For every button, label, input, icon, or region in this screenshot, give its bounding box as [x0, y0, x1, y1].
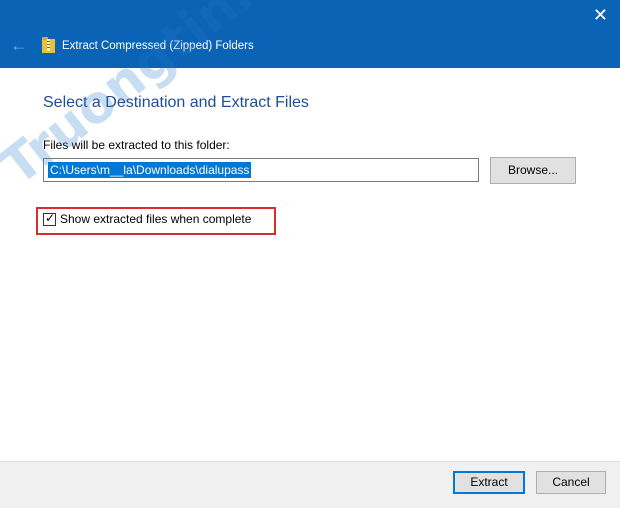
cancel-button[interactable]: Cancel — [536, 471, 606, 494]
zip-folder-icon — [42, 37, 55, 53]
checkmark-icon: ✓ — [45, 211, 56, 225]
destination-path-input[interactable]: C:\Users\m__la\Downloads\dialupass — [43, 158, 479, 182]
dialog-footer — [0, 461, 620, 508]
extract-button[interactable]: Extract — [453, 471, 525, 494]
browse-button[interactable]: Browse... — [490, 157, 576, 184]
title-bar: ✕ ← Extract Compressed (Zipped) Folders — [0, 0, 620, 68]
show-files-checkbox-label[interactable]: Show extracted files when complete — [60, 212, 251, 226]
destination-path-value: C:\Users\m__la\Downloads\dialupass — [48, 162, 252, 178]
back-arrow-icon[interactable]: ← — [10, 36, 28, 54]
show-files-checkbox[interactable]: ✓ — [43, 211, 56, 226]
close-icon[interactable]: ✕ — [593, 6, 608, 24]
